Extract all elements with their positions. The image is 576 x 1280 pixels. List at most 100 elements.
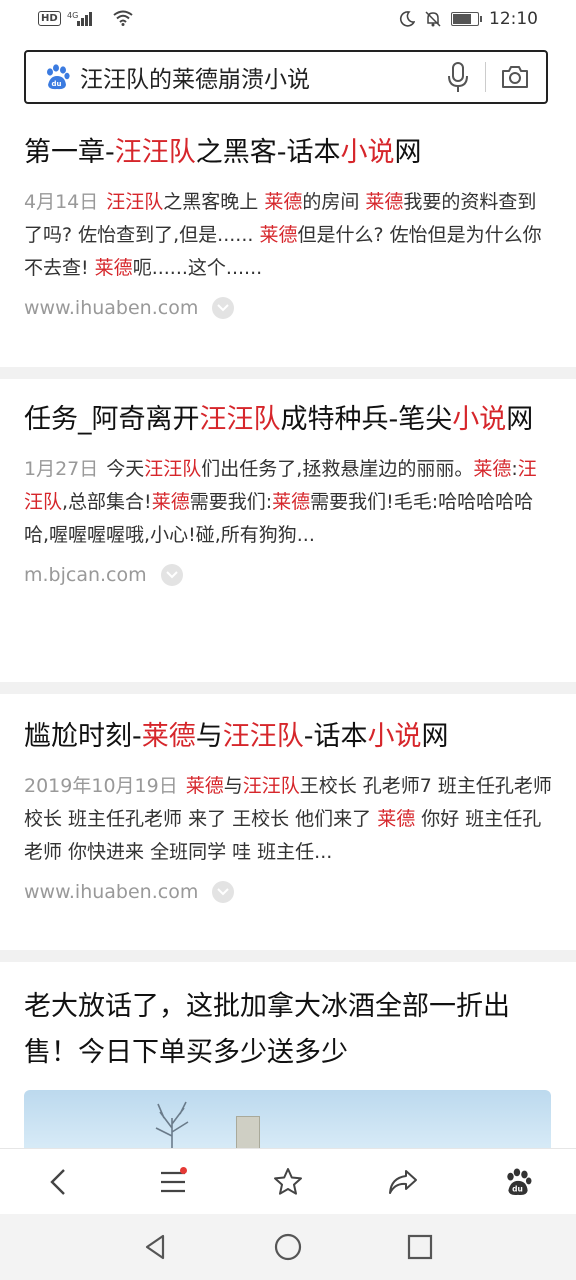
search-result-1[interactable]: 第一章-汪汪队之黑客-话本小说网 4月14日 汪汪队之黑客晚上 莱德的房间 莱德我… (0, 130, 576, 319)
result-title[interactable]: 尴尬时刻-莱德与汪汪队-话本小说网 (24, 714, 552, 760)
baidu-paw-icon: du (507, 1168, 532, 1196)
highlight-text: 汪汪队 (242, 775, 300, 797)
mute-icon (425, 11, 441, 27)
status-bar: HD 4G 12:10 (0, 0, 576, 40)
signal-icon: 4G (67, 11, 92, 26)
result-source: www.ihuaben.com (24, 881, 552, 903)
status-time: 12:10 (489, 9, 538, 29)
chevron-down-icon[interactable] (160, 564, 183, 586)
hd-badge: HD (38, 10, 61, 26)
highlight-text: 汪汪队 (222, 721, 304, 752)
moon-icon (399, 11, 415, 27)
svg-text:du: du (52, 80, 62, 88)
nav-back-icon[interactable] (141, 1232, 171, 1262)
highlight-text: 汪汪队 (144, 458, 202, 480)
highlight-text: 莱德 (272, 491, 311, 513)
battery-icon (451, 12, 482, 26)
result-date: 4月14日 (24, 191, 99, 213)
text-segment: 之黑客-话本 (195, 137, 341, 168)
menu-button[interactable] (143, 1152, 203, 1212)
text-segment: 呃......这个...... (132, 257, 263, 279)
result-date: 1月27日 (24, 458, 99, 480)
result-snippet: 4月14日 汪汪队之黑客晚上 莱德的房间 莱德我要的资料查到了吗? 佐怡查到了,但… (24, 186, 552, 285)
text-segment: 与 (195, 721, 223, 752)
highlight-text: 汪汪队 (106, 191, 164, 213)
status-left: HD 4G (38, 10, 133, 26)
signal-4g-label: 4G (67, 11, 78, 20)
result-snippet: 1月27日 今天汪汪队们出任务了,拯救悬崖边的丽丽。莱德:汪汪队,总部集合!莱德需… (24, 453, 552, 552)
result-title[interactable]: 任务_阿奇离开汪汪队成特种兵-笔尖小说网 (24, 397, 552, 443)
back-icon (49, 1169, 65, 1195)
text-segment: 需要我们: (189, 491, 273, 513)
highlight-text: 小说 (367, 721, 422, 752)
text-segment: 们出任务了,拯救悬崖边的丽丽。 (201, 458, 474, 480)
nav-home-icon[interactable] (273, 1232, 303, 1262)
highlight-text: 莱德 (365, 191, 404, 213)
text-segment: -话本 (303, 721, 368, 752)
text-segment: 与 (223, 775, 243, 797)
result-source-url: www.ihuaben.com (24, 881, 199, 903)
text-segment: 尴尬时刻- (24, 721, 142, 752)
bottle-image (236, 1116, 260, 1150)
search-result-3[interactable]: 尴尬时刻-莱德与汪汪队-话本小说网 2019年10月19日 莱德与汪汪队王校长 孔… (0, 714, 576, 903)
text-segment: 成特种兵-笔尖 (280, 404, 453, 435)
nav-recents-icon[interactable] (405, 1232, 435, 1262)
search-result-2[interactable]: 任务_阿奇离开汪汪队成特种兵-笔尖小说网 1月27日 今天汪汪队们出任务了,拯救悬… (0, 397, 576, 586)
highlight-text: 莱德 (151, 491, 190, 513)
chevron-down-icon[interactable] (212, 881, 235, 903)
highlight-text: 莱德 (377, 808, 416, 830)
microphone-icon[interactable] (443, 60, 473, 94)
result-source: m.bjcan.com (24, 564, 552, 586)
text-segment: 今天 (106, 458, 145, 480)
wifi-icon (113, 10, 133, 26)
highlight-text: 莱德 (259, 224, 298, 246)
result-separator (0, 950, 576, 962)
result-snippet: 2019年10月19日 莱德与汪汪队王校长 孔老师7 班主任孔老师 校长 班主任孔… (24, 770, 552, 869)
result-separator (0, 682, 576, 694)
result-source-url: m.bjcan.com (24, 564, 147, 586)
svg-text:du: du (512, 1185, 523, 1194)
baidu-home-button[interactable]: du (488, 1152, 548, 1212)
result-title[interactable]: 第一章-汪汪队之黑客-话本小说网 (24, 130, 552, 176)
system-nav-bar (0, 1214, 576, 1280)
result-separator (0, 367, 576, 379)
result-source-url: www.ihuaben.com (24, 297, 199, 319)
ad-result[interactable]: 老大放话了，这批加拿大冰酒全部一折出售！今日下单买多少送多少 (0, 984, 576, 1076)
search-divider (485, 62, 486, 92)
tree-image (155, 1101, 189, 1150)
notification-dot (179, 1167, 187, 1174)
search-input[interactable]: 汪汪队的莱德崩溃小说 (80, 60, 443, 94)
highlight-text: 小说 (340, 137, 395, 168)
highlight-text: 莱德 (264, 191, 303, 213)
text-segment: 网 (394, 137, 422, 168)
highlight-text: 莱德 (185, 775, 224, 797)
text-segment: 任务_阿奇离开 (24, 404, 200, 435)
ad-title[interactable]: 老大放话了，这批加拿大冰酒全部一折出售！今日下单买多少送多少 (24, 984, 552, 1076)
text-segment: ,总部集合! (62, 491, 152, 513)
text-segment: 网 (506, 404, 534, 435)
text-segment: 网 (421, 721, 449, 752)
star-icon (273, 1168, 302, 1195)
battery-fill (453, 14, 471, 24)
search-bar[interactable]: du 汪汪队的莱德崩溃小说 (24, 50, 548, 104)
highlight-text: 莱德 (141, 721, 196, 752)
back-button[interactable] (28, 1152, 88, 1212)
text-segment: 之黑客晚上 (163, 191, 265, 213)
favorite-button[interactable] (258, 1152, 318, 1212)
text-segment: 的房间 (302, 191, 366, 213)
highlight-text: 莱德 (94, 257, 133, 279)
highlight-text: 小说 (452, 404, 507, 435)
result-date: 2019年10月19日 (24, 775, 178, 797)
chevron-down-icon[interactable] (212, 297, 235, 319)
result-source: www.ihuaben.com (24, 297, 552, 319)
result-snippet-text: 今天汪汪队们出任务了,拯救悬崖边的丽丽。莱德:汪汪队,总部集合!莱德需要我们:莱… (24, 458, 537, 546)
text-segment: 第一章- (24, 137, 115, 168)
share-button[interactable] (373, 1152, 433, 1212)
ad-image[interactable] (24, 1090, 551, 1150)
browser-toolbar: du (0, 1148, 576, 1215)
text-segment: 老大放话了，这批加拿大冰酒全部一折出售！今日下单买多少送多少 (24, 991, 510, 1068)
highlight-text: 汪汪队 (199, 404, 281, 435)
camera-icon[interactable] (500, 62, 530, 92)
highlight-text: 莱德 (473, 458, 512, 480)
status-right: 12:10 (399, 9, 538, 29)
